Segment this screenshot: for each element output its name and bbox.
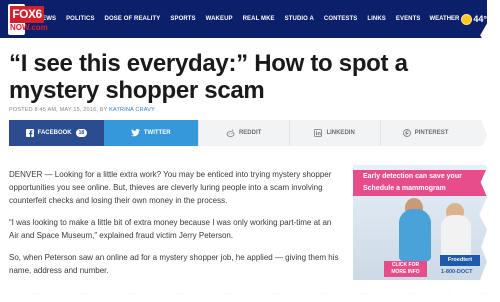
article-paragraph: So, when Peterson saw an online ad for a…	[9, 253, 339, 275]
share-pinterest-button[interactable]: PINTEREST	[379, 120, 471, 146]
article-body: DENVER — Looking for a little extra work…	[9, 168, 339, 286]
ad-photo-person	[399, 209, 431, 261]
twitter-label: TWITTER	[143, 130, 171, 136]
ad-more-info-button[interactable]: CLICK FOR MORE INFO	[384, 261, 427, 277]
logo-now-text: NOW.com	[10, 22, 48, 32]
weather-label: WEATHER	[429, 16, 460, 22]
linkedin-label: LINKEDIN	[326, 130, 355, 136]
pinterest-icon	[402, 129, 411, 137]
ad-banner: Early detection can save your Schedule a…	[353, 170, 487, 196]
nav-item-studio-a[interactable]: STUDIO A	[285, 16, 314, 22]
reddit-icon	[226, 129, 235, 137]
top-nav: FOX6 NOW.com NEWS POLITICS DOSE OF REALI…	[0, 0, 487, 38]
nav-item-contests[interactable]: CONTESTS	[324, 16, 357, 22]
nav-item-dose-of-reality[interactable]: DOSE OF REALITY	[105, 16, 161, 22]
article-byline: POSTED 8:45 AM, MAY 15, 2016, BY KATRINA…	[9, 107, 155, 113]
byline-date: POSTED 8:45 AM, MAY 15, 2016, BY	[9, 107, 110, 113]
sidebar-ad[interactable]: Early detection can save your Schedule a…	[353, 165, 487, 280]
pinterest-label: PINTEREST	[414, 130, 449, 136]
share-bar: FACEBOOK 18 TWITTER REDDIT LINKEDIN PINT…	[9, 120, 487, 146]
share-more-button[interactable]	[470, 120, 487, 146]
facebook-icon	[25, 129, 34, 137]
share-facebook-button[interactable]: FACEBOOK 18	[9, 120, 104, 146]
sun-icon	[462, 14, 472, 24]
browser-page: FOX6 NOW.com NEWS POLITICS DOSE OF REALI…	[0, 0, 487, 294]
facebook-share-count: 18	[75, 129, 88, 137]
article-paragraph: DENVER — Looking for a little extra work…	[9, 170, 332, 205]
share-reddit-button[interactable]: REDDIT	[197, 120, 289, 146]
facebook-label: FACEBOOK	[37, 130, 72, 136]
twitter-icon	[130, 129, 140, 137]
nav-weather[interactable]: WEATHER 44°	[429, 14, 487, 24]
byline-author-link[interactable]: KATRINA CRAVY	[109, 107, 155, 113]
reddit-label: REDDIT	[238, 130, 262, 136]
linkedin-icon	[314, 129, 323, 137]
share-twitter-button[interactable]: TWITTER	[103, 120, 198, 146]
fox6-logo[interactable]: FOX6 NOW.com	[8, 3, 48, 35]
ad-headline-line2: Schedule a mammogram	[363, 185, 446, 192]
ad-headline-line1: Early detection can save your	[363, 173, 462, 180]
ad-phone-number: 1-800-DOCT	[441, 269, 473, 275]
nav-item-sports[interactable]: SPORTS	[170, 16, 195, 22]
article-paragraph: “I was looking to make a little bit of e…	[9, 218, 332, 240]
nav-item-wakeup[interactable]: WAKEUP	[206, 16, 233, 22]
nav-item-politics[interactable]: POLITICS	[66, 16, 94, 22]
ad-brand-logo: Froedtert	[440, 255, 480, 266]
nav-item-links[interactable]: LINKS	[367, 16, 386, 22]
nav-menu: NEWS POLITICS DOSE OF REALITY SPORTS WAK…	[33, 16, 426, 22]
article-headline: “I see this everyday:” How to spot a mys…	[9, 50, 408, 104]
weather-temp: 44°	[473, 14, 487, 24]
logo-fox6-text: FOX6	[10, 5, 44, 23]
share-linkedin-button[interactable]: LINKEDIN	[288, 120, 380, 146]
nav-item-real-mke[interactable]: REAL MKE	[243, 16, 275, 22]
nav-item-events[interactable]: EVENTS	[396, 16, 421, 22]
